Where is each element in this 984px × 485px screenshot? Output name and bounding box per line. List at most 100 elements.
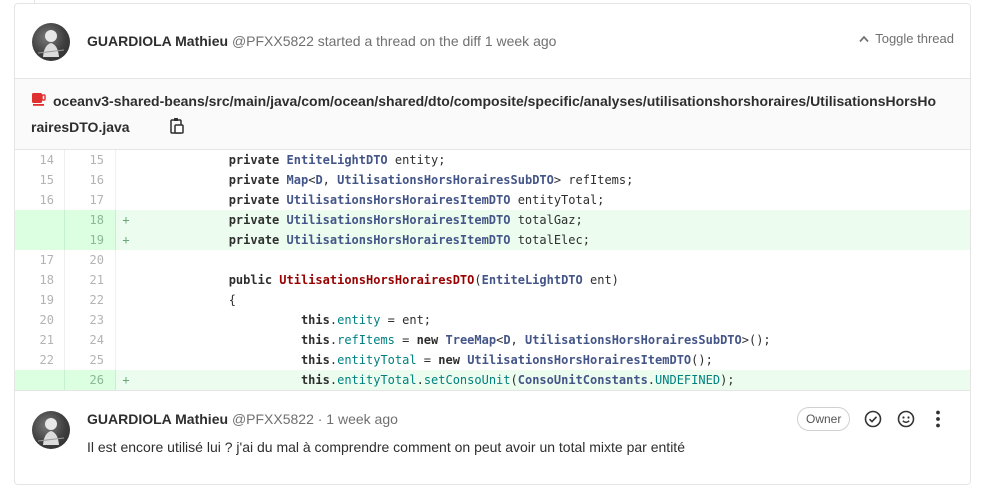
old-line-number[interactable]: 20 bbox=[15, 310, 65, 330]
diff-marker bbox=[116, 250, 136, 270]
old-line-number[interactable] bbox=[15, 370, 65, 390]
code-token: private bbox=[228, 153, 280, 167]
new-line-number[interactable]: 24 bbox=[65, 330, 116, 350]
toggle-thread-button[interactable]: Toggle thread bbox=[859, 31, 954, 46]
diff-line: 16 17 private UtilisationsHorsHorairesIte… bbox=[15, 190, 970, 210]
diff-line: 20 23 this.entity = ent; bbox=[15, 310, 970, 330]
code-line: this.refItems = new TreeMap<D, Utilisati… bbox=[136, 330, 970, 350]
new-line-number[interactable]: 19 bbox=[65, 230, 116, 250]
code-token: refItems bbox=[337, 333, 395, 347]
new-line-number[interactable]: 25 bbox=[65, 350, 116, 370]
code-line: public UtilisationsHorsHorairesDTO(Entit… bbox=[136, 270, 970, 290]
code-token: ConsoUnitConstants bbox=[517, 373, 648, 387]
code-token: EntiteLightDTO bbox=[286, 153, 388, 167]
code-token: new bbox=[438, 353, 460, 367]
old-line-number[interactable]: 19 bbox=[15, 290, 65, 310]
new-line-number[interactable]: 17 bbox=[65, 190, 116, 210]
code-token: UtilisationsHorsHorairesItemDTO bbox=[467, 353, 692, 367]
code-token: setConsoUnit bbox=[423, 373, 511, 387]
diff-marker bbox=[116, 350, 136, 370]
code-line: private EntiteLightDTO entity; bbox=[136, 150, 970, 170]
code-token: UtilisationsHorsHorairesSubDTO bbox=[337, 173, 554, 187]
code-token: > refItems; bbox=[553, 173, 634, 187]
code-token: UtilisationsHorsHorairesItemDTO bbox=[286, 193, 511, 207]
diff-line: 22 25 this.entityTotal = new Utilisations… bbox=[15, 350, 970, 370]
thread-header: GUARDIOLA Mathieu @PFXX5822 started a th… bbox=[15, 4, 970, 79]
thread-meta: GUARDIOLA Mathieu @PFXX5822 started a th… bbox=[87, 31, 556, 51]
new-line-number[interactable]: 22 bbox=[65, 290, 116, 310]
new-line-number[interactable]: 21 bbox=[65, 270, 116, 290]
diff-marker: + bbox=[122, 213, 130, 227]
diff-marker bbox=[116, 310, 136, 330]
new-line-number[interactable]: 23 bbox=[65, 310, 116, 330]
code-line: private UtilisationsHorsHorairesItemDTO … bbox=[136, 230, 970, 250]
code-token: TreeMap bbox=[445, 333, 497, 347]
code-token: public bbox=[228, 273, 273, 287]
code-token: , bbox=[510, 333, 525, 347]
new-line-number[interactable]: 18 bbox=[65, 210, 116, 230]
code-token: UtilisationsHorsHorairesDTO bbox=[279, 273, 475, 287]
code-token: { bbox=[142, 293, 236, 307]
code-token: entityTotal bbox=[337, 353, 417, 367]
comment-timestamp[interactable]: · 1 week ago bbox=[318, 411, 398, 427]
diff-line: 15 16 private Map<D, UtilisationsHorsHora… bbox=[15, 170, 970, 190]
avatar[interactable] bbox=[32, 23, 70, 61]
emoji-smiley-icon[interactable] bbox=[896, 409, 916, 429]
code-token: this bbox=[300, 373, 330, 387]
code-token: . bbox=[647, 373, 656, 387]
diff-marker bbox=[116, 150, 136, 170]
diff-line: 21 24 this.refItems = new TreeMap<D, Util… bbox=[15, 330, 970, 350]
new-line-number[interactable]: 15 bbox=[65, 150, 116, 170]
code-token: ent) bbox=[582, 273, 619, 287]
old-line-number[interactable]: 22 bbox=[15, 350, 65, 370]
old-line-number[interactable] bbox=[15, 230, 65, 250]
diff-line: 17 20 bbox=[15, 250, 970, 270]
diff-marker bbox=[116, 290, 136, 310]
old-line-number[interactable]: 18 bbox=[15, 270, 65, 290]
code-token: entityTotal; bbox=[510, 193, 605, 207]
more-actions-kebab-icon[interactable] bbox=[928, 409, 948, 429]
diff-marker: + bbox=[122, 233, 130, 247]
thread-action-text: started a thread on the diff 1 week ago bbox=[317, 33, 557, 49]
comment-author-name[interactable]: GUARDIOLA Mathieu bbox=[87, 411, 228, 427]
new-line-number[interactable]: 20 bbox=[65, 250, 116, 270]
copy-to-clipboard-icon[interactable] bbox=[169, 117, 185, 135]
code-token: this bbox=[300, 353, 330, 367]
old-line-number[interactable]: 14 bbox=[15, 150, 65, 170]
new-line-number[interactable]: 26 bbox=[65, 370, 116, 390]
diff-line-added: 19 + private UtilisationsHorsHorairesItem… bbox=[15, 230, 970, 250]
old-line-number[interactable]: 15 bbox=[15, 170, 65, 190]
comment-author-handle[interactable]: @PFXX5822 bbox=[232, 411, 314, 427]
diff-line-added: 18 + private UtilisationsHorsHorairesItem… bbox=[15, 210, 970, 230]
author-name[interactable]: GUARDIOLA Mathieu bbox=[87, 33, 228, 49]
comment-meta: GUARDIOLA Mathieu @PFXX5822 · 1 week ago bbox=[87, 409, 398, 429]
old-line-number[interactable] bbox=[15, 210, 65, 230]
avatar-figure-icon bbox=[37, 30, 65, 57]
file-path-link[interactable]: oceanv3-shared-beans/src/main/java/com/o… bbox=[31, 88, 941, 140]
old-line-number[interactable]: 21 bbox=[15, 330, 65, 350]
diff-marker: + bbox=[122, 373, 130, 387]
comment-body: Il est encore utilisé lui ? j'ai du mal … bbox=[87, 439, 685, 455]
old-line-number[interactable]: 17 bbox=[15, 250, 65, 270]
diff-marker bbox=[116, 330, 136, 350]
chevron-up-icon bbox=[859, 35, 869, 42]
avatar[interactable] bbox=[32, 411, 70, 449]
resolve-check-icon[interactable] bbox=[863, 409, 883, 429]
code-token: totalElec; bbox=[510, 233, 590, 247]
code-token: private bbox=[228, 213, 280, 227]
author-handle[interactable]: @PFXX5822 bbox=[232, 33, 314, 49]
old-line-number[interactable]: 16 bbox=[15, 190, 65, 210]
avatar-figure-icon bbox=[37, 418, 65, 445]
new-line-number[interactable]: 16 bbox=[65, 170, 116, 190]
